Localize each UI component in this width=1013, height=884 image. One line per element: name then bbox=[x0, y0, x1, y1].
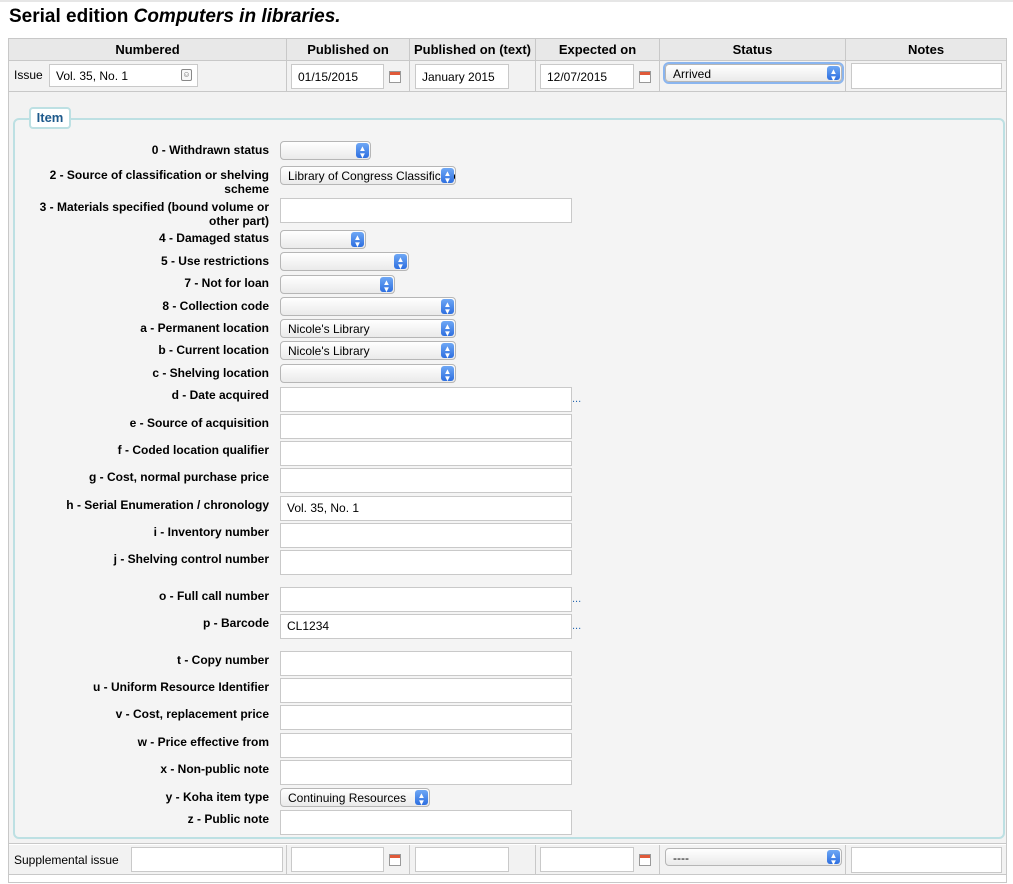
select-arrows-icon: ▲ ▼ bbox=[441, 366, 454, 382]
field-label-date-acquired: d - Date acquired bbox=[171, 388, 269, 402]
field-label-uri: u - Uniform Resource Identifier bbox=[92, 680, 269, 694]
field-label-damaged: 4 - Damaged status bbox=[158, 231, 269, 245]
field-label-shelving-location: c - Shelving location bbox=[152, 366, 269, 380]
field-label-collection-code: 8 - Collection code bbox=[162, 299, 269, 313]
select-arrows-icon: ▲ ▼ bbox=[441, 343, 454, 359]
classification-source-select[interactable]: Library of Congress Classification ▲ ▼ bbox=[280, 166, 456, 185]
shelving-control-input[interactable] bbox=[280, 550, 572, 575]
field-label-item-type: y - Koha item type bbox=[165, 790, 269, 804]
permanent-location-select[interactable]: Nicole's Library ▲ ▼ bbox=[280, 319, 456, 338]
contact-card-icon[interactable]: ☺ bbox=[181, 69, 192, 81]
collection-code-select[interactable]: ▲ ▼ bbox=[280, 297, 456, 316]
field-label-use-restrictions: 5 - Use restrictions bbox=[160, 254, 269, 268]
coded-location-input[interactable] bbox=[280, 441, 572, 466]
status-select-value: Arrived bbox=[673, 67, 712, 81]
select-arrows-icon: ▲ ▼ bbox=[441, 168, 454, 184]
select-arrows-icon: ▲ ▼ bbox=[827, 850, 840, 865]
field-label-inventory-number: i - Inventory number bbox=[153, 525, 269, 539]
field-label-cost-replacement: v - Cost, replacement price bbox=[115, 707, 269, 721]
calendar-icon[interactable] bbox=[639, 71, 651, 83]
non-public-note-input[interactable] bbox=[280, 760, 572, 785]
copy-number-input[interactable] bbox=[280, 651, 572, 676]
public-note-input[interactable] bbox=[280, 810, 572, 835]
materials-specified-input[interactable] bbox=[280, 198, 572, 223]
supplemental-notes-input[interactable] bbox=[851, 847, 1002, 873]
issue-label: Issue bbox=[14, 68, 43, 82]
supplemental-status-select[interactable]: ---- ▲ ▼ bbox=[665, 848, 842, 866]
barcode-input[interactable]: CL1234 bbox=[280, 614, 572, 639]
field-label-non-public-note: x - Non-public note bbox=[160, 762, 269, 776]
field-label-permanent-location: a - Permanent location bbox=[140, 321, 269, 335]
field-label-price-effective: w - Price effective from bbox=[137, 735, 269, 749]
date-acquired-plugin-link[interactable]: ... bbox=[572, 393, 581, 405]
field-label-shelving-control: j - Shelving control number bbox=[113, 552, 269, 566]
calendar-icon[interactable] bbox=[639, 854, 651, 866]
field-label-cost-normal: g - Cost, normal purchase price bbox=[88, 470, 269, 484]
supplemental-numbered-input[interactable] bbox=[131, 847, 283, 872]
published-text-input[interactable]: January 2015 bbox=[415, 64, 509, 89]
select-arrows-icon: ▲ ▼ bbox=[441, 299, 454, 315]
field-label-public-note: z - Public note bbox=[187, 812, 269, 826]
notes-input[interactable] bbox=[851, 63, 1002, 89]
use-restrictions-select[interactable]: ▲ ▼ bbox=[280, 252, 409, 271]
numbered-input[interactable]: Vol. 35, No. 1 bbox=[49, 64, 198, 87]
calendar-icon[interactable] bbox=[389, 71, 401, 83]
supplemental-issue-label: Supplemental issue bbox=[14, 853, 119, 867]
select-arrows-icon: ▲ ▼ bbox=[351, 232, 364, 248]
full-call-number-input[interactable] bbox=[280, 587, 572, 612]
price-effective-input[interactable] bbox=[280, 733, 572, 758]
field-label-withdrawn: 0 - Withdrawn status bbox=[151, 143, 269, 157]
field-label-materials-specified: 3 - Materials specified (bound volume or… bbox=[39, 200, 269, 228]
full-call-number-plugin-link[interactable]: ... bbox=[572, 593, 581, 605]
status-select[interactable]: Arrived ▲ ▼ bbox=[665, 64, 842, 82]
select-arrows-icon: ▲ ▼ bbox=[380, 277, 393, 293]
field-label-source-acquisition: e - Source of acquisition bbox=[129, 416, 269, 430]
inventory-number-input[interactable] bbox=[280, 523, 572, 548]
select-arrows-icon: ▲ ▼ bbox=[827, 66, 840, 81]
published-on-input[interactable]: 01/15/2015 bbox=[291, 64, 384, 89]
supplemental-expected-on-input[interactable] bbox=[540, 847, 634, 872]
top-border bbox=[0, 0, 1013, 2]
field-label-copy-number: t - Copy number bbox=[177, 653, 269, 667]
calendar-icon[interactable] bbox=[389, 854, 401, 866]
field-label-barcode: p - Barcode bbox=[202, 616, 269, 630]
damaged-select[interactable]: ▲ ▼ bbox=[280, 230, 366, 249]
shelving-location-select[interactable]: ▲ ▼ bbox=[280, 364, 456, 383]
withdrawn-select[interactable]: ▲ ▼ bbox=[280, 141, 371, 160]
serial-enumeration-input[interactable]: Vol. 35, No. 1 bbox=[280, 496, 572, 521]
source-acquisition-input[interactable] bbox=[280, 414, 572, 439]
select-arrows-icon: ▲ ▼ bbox=[356, 143, 369, 159]
expected-on-input[interactable]: 12/07/2015 bbox=[540, 64, 634, 89]
uri-input[interactable] bbox=[280, 678, 572, 703]
item-legend: Item bbox=[29, 107, 71, 129]
supplemental-published-on-input[interactable] bbox=[291, 847, 384, 872]
cost-normal-input[interactable] bbox=[280, 468, 572, 493]
item-type-select[interactable]: Continuing Resources ▲ ▼ bbox=[280, 788, 430, 807]
field-label-current-location: b - Current location bbox=[158, 343, 269, 357]
field-label-classification-source: 2 - Source of classification or shelving… bbox=[49, 168, 269, 196]
col-header-notes: Notes bbox=[846, 39, 1006, 61]
date-acquired-input[interactable] bbox=[280, 387, 572, 412]
select-arrows-icon: ▲ ▼ bbox=[441, 321, 454, 337]
field-label-serial-enumeration: h - Serial Enumeration / chronology bbox=[66, 498, 269, 512]
col-header-published-on: Published on bbox=[287, 39, 410, 61]
col-header-published-text: Published on (text) bbox=[410, 39, 536, 61]
col-header-status: Status bbox=[660, 39, 846, 61]
field-label-full-call-number: o - Full call number bbox=[158, 589, 269, 603]
select-arrows-icon: ▲ ▼ bbox=[415, 790, 428, 806]
supplemental-published-text-input[interactable] bbox=[415, 847, 509, 872]
cost-replacement-input[interactable] bbox=[280, 705, 572, 730]
current-location-select[interactable]: Nicole's Library ▲ ▼ bbox=[280, 341, 456, 360]
page-title: Serial edition Computers in libraries. bbox=[9, 6, 341, 27]
col-header-expected-on: Expected on bbox=[536, 39, 660, 61]
field-label-not-for-loan: 7 - Not for loan bbox=[184, 276, 269, 290]
not-for-loan-select[interactable]: ▲ ▼ bbox=[280, 275, 395, 294]
barcode-plugin-link[interactable]: ... bbox=[572, 620, 581, 632]
select-arrows-icon: ▲ ▼ bbox=[394, 254, 407, 270]
col-header-numbered: Numbered bbox=[9, 39, 287, 61]
field-label-coded-location: f - Coded location qualifier bbox=[117, 443, 269, 457]
